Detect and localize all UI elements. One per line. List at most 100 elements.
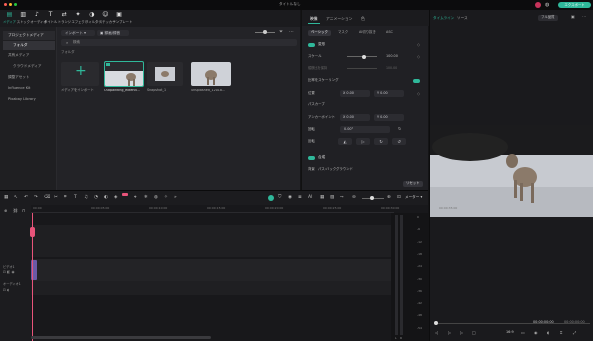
snapshot-icon[interactable]: ▣: [571, 15, 575, 19]
grid-icon[interactable]: ▦: [4, 195, 8, 201]
flip-horizontal-button[interactable]: ◭: [338, 138, 352, 145]
select-icon[interactable]: ↖: [14, 195, 18, 201]
toolbar-item-transition[interactable]: ⇄ トランジ: [58, 11, 71, 24]
scale-value[interactable]: 100.00: [386, 54, 398, 58]
stop-icon[interactable]: □: [472, 331, 476, 335]
audio-track-1[interactable]: [31, 281, 394, 295]
text-icon[interactable]: T: [74, 195, 77, 201]
media-item-outpainting[interactable]: [104, 61, 144, 87]
display-icon[interactable]: ▭: [521, 331, 525, 335]
sidebar-item-influence-kit[interactable]: Influence Kit: [3, 84, 55, 93]
toolbar-item-sticker[interactable]: ☺ ステッカー: [99, 11, 115, 24]
zoom-out-icon[interactable]: ⊖: [352, 195, 356, 201]
speed-icon[interactable]: ◔: [94, 195, 98, 201]
link-icon[interactable]: ⛓: [13, 209, 18, 213]
shield-icon[interactable]: ⛉: [278, 195, 281, 201]
image-icon[interactable]: ▨: [330, 195, 334, 201]
filter-icon[interactable]: ⏷: [279, 30, 283, 35]
crop-icon[interactable]: ⌗: [560, 331, 562, 335]
keyframe-icon[interactable]: ◇: [417, 43, 420, 47]
color-icon[interactable]: ◐: [104, 195, 108, 201]
ratio-toggle[interactable]: [413, 79, 420, 83]
rotate-input[interactable]: 0.00°: [340, 126, 390, 133]
record-button[interactable]: ▣ 録画/録音: [97, 30, 129, 36]
account-avatar[interactable]: [535, 2, 541, 8]
uniform-value[interactable]: 100.00: [386, 66, 397, 70]
video-track-1[interactable]: [31, 259, 394, 281]
toolbar-item-audio[interactable]: ♪ オーディオ: [30, 11, 46, 24]
anchor-x-input[interactable]: X 0.00: [340, 114, 370, 121]
lock-icon[interactable]: ⊡ ◧ ◉: [3, 270, 15, 275]
playhead-knob[interactable]: [434, 321, 438, 325]
subtab-basic[interactable]: ベーシック: [308, 30, 331, 36]
scale-slider-knob[interactable]: [362, 54, 366, 59]
compositing-toggle[interactable]: [308, 156, 315, 160]
sidebar-item-pixabay[interactable]: Pixabay Library: [3, 95, 55, 104]
tab-video[interactable]: 映像: [310, 17, 318, 21]
volume-icon[interactable]: ◖: [547, 331, 549, 335]
redo-icon[interactable]: ↷: [34, 195, 38, 201]
zoom-in-icon[interactable]: ⊕: [387, 195, 391, 201]
sidebar-item-cloud-media[interactable]: クラウドメディア: [3, 62, 55, 71]
media-item-snapshot[interactable]: [147, 62, 183, 86]
mute-icon[interactable]: ⊡ ◖: [3, 288, 9, 293]
mic-icon[interactable]: ◉: [288, 195, 292, 201]
play-icon[interactable]: ▷: [448, 331, 451, 335]
step-forward-icon[interactable]: ▷: [460, 331, 463, 335]
minimize-window-icon[interactable]: [9, 3, 12, 6]
rotate-icon[interactable]: ↻: [398, 127, 401, 131]
anchor-y-input[interactable]: Y 0.00: [374, 114, 404, 121]
stabilize-icon[interactable]: ◈: [114, 195, 117, 201]
background-value[interactable]: パス:バックグラウンド: [318, 167, 353, 171]
more-icon[interactable]: ⋯: [289, 30, 294, 35]
layers-icon[interactable]: ≣: [298, 195, 302, 201]
subtab-ai-cutout[interactable]: AI切り抜き: [359, 30, 376, 34]
aspect-ratio-dropdown[interactable]: 16:9: [506, 330, 514, 334]
toolbar-item-title[interactable]: T タイトル: [44, 11, 57, 24]
motion-icon[interactable]: ⤳: [340, 195, 344, 201]
toolbar-item-stock[interactable]: ▥ ストック: [17, 11, 30, 24]
transform-toggle[interactable]: [308, 43, 315, 47]
rotate-cw-button[interactable]: ↻: [374, 138, 388, 145]
step-back-icon[interactable]: ◁: [435, 331, 438, 335]
toolbar-item-effect[interactable]: ✦ エフェクト: [72, 11, 88, 24]
undo-icon[interactable]: ↶: [24, 195, 28, 201]
sidebar-item-adjustment[interactable]: 調整アセット: [3, 73, 55, 82]
notification-icon[interactable]: ◍: [545, 2, 553, 8]
export-button[interactable]: エクスポート: [558, 2, 591, 8]
tab-source[interactable]: ソース: [457, 16, 468, 21]
flip-vertical-button[interactable]: ▷: [356, 138, 370, 145]
import-button[interactable]: インポート ▾: [61, 30, 95, 36]
record-voice-icon[interactable]: ◍: [154, 195, 158, 201]
sidebar-item-folder[interactable]: フォルダ: [3, 41, 55, 50]
more-icon[interactable]: »: [174, 195, 177, 201]
media-item-unsplashed[interactable]: [191, 62, 231, 86]
position-x-input[interactable]: X 0.00: [340, 90, 370, 97]
toolbar-item-template[interactable]: ▣ テンプレート: [113, 11, 133, 24]
freeze-icon[interactable]: ❄: [144, 195, 148, 201]
marker-icon[interactable]: ⌖: [134, 195, 137, 201]
zoom-slider-knob[interactable]: [370, 196, 374, 200]
audio-icon[interactable]: ♫: [84, 195, 88, 201]
ai-voice-icon[interactable]: AI: [308, 195, 312, 201]
search-input[interactable]: ⌕ 検索: [61, 39, 297, 46]
ai-icon[interactable]: ✧: [164, 195, 168, 201]
sidebar-item-project-media[interactable]: プロジェクトメディア: [3, 31, 55, 40]
split-icon[interactable]: ✂: [54, 195, 58, 201]
slider-knob[interactable]: [263, 30, 267, 34]
horizontal-scrollbar[interactable]: [31, 336, 211, 339]
add-track-icon[interactable]: ⊕: [4, 209, 7, 213]
grid-view-icon[interactable]: ▦: [320, 195, 324, 201]
playhead-handle[interactable]: [30, 227, 35, 237]
more-icon[interactable]: ⋯: [582, 15, 586, 19]
crop-icon[interactable]: ⌗: [64, 195, 67, 201]
maximize-window-icon[interactable]: [14, 3, 17, 6]
quality-dropdown[interactable]: フル品質: [538, 15, 558, 21]
import-media-tile[interactable]: +: [61, 62, 99, 86]
tab-color[interactable]: 色: [361, 17, 365, 21]
keyframe-icon[interactable]: ◇: [417, 55, 420, 59]
tab-animation[interactable]: アニメーション: [326, 17, 352, 21]
delete-icon[interactable]: ⌫: [44, 195, 50, 201]
magnet-icon[interactable]: ⊓: [22, 209, 25, 213]
position-y-input[interactable]: Y 0.00: [374, 90, 404, 97]
